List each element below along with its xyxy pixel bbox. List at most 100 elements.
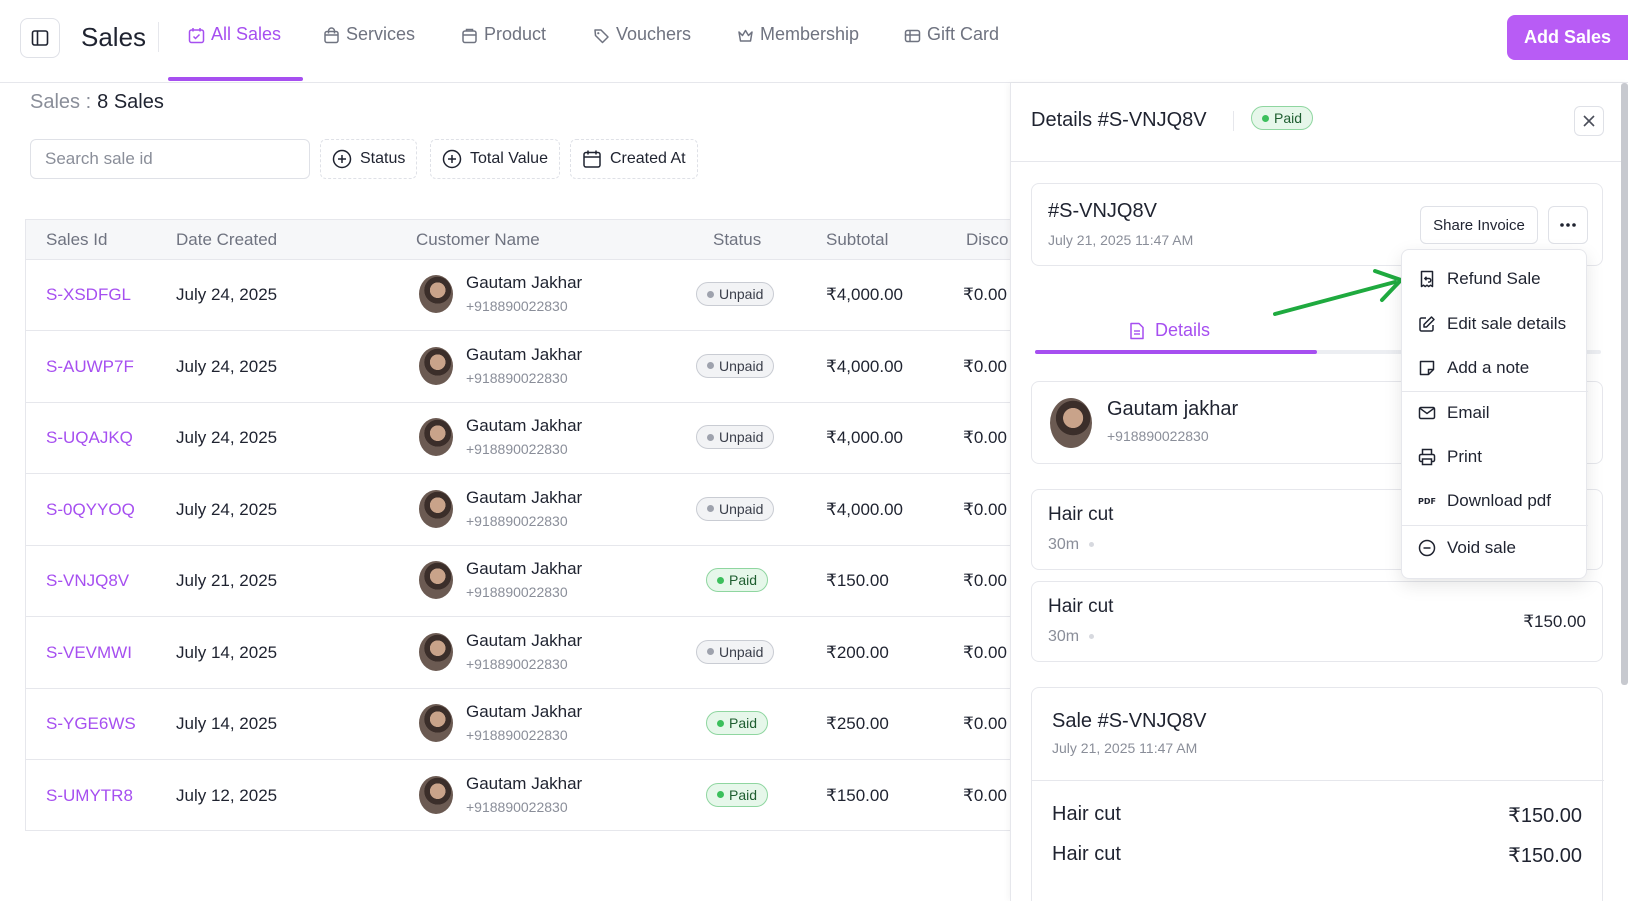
status-label: Unpaid bbox=[719, 357, 764, 374]
table-row[interactable]: S-AUWP7F July 24, 2025 Gautam Jakhar +91889… bbox=[26, 332, 1010, 403]
subtotal: ₹4,000.00 bbox=[826, 285, 903, 304]
sale-id-link[interactable]: S-YGE6WS bbox=[46, 714, 136, 734]
created-at-filter-button[interactable]: Created At bbox=[570, 139, 698, 179]
avatar bbox=[419, 632, 453, 671]
date-created: July 24, 2025 bbox=[176, 499, 278, 519]
service-duration: 30m bbox=[1048, 628, 1094, 646]
status-dot bbox=[1262, 114, 1269, 122]
avatar bbox=[1050, 398, 1092, 448]
search-input[interactable] bbox=[30, 139, 310, 179]
customer-name: Gautam Jakhar bbox=[466, 702, 583, 721]
sale-id-link[interactable]: S-0QYYOQ bbox=[46, 500, 135, 520]
date-created: July 21, 2025 bbox=[176, 571, 278, 590]
subtotal: ₹250.00 bbox=[826, 714, 889, 733]
column-header-date-created[interactable]: Date Created bbox=[176, 230, 277, 250]
status-dot bbox=[707, 433, 714, 441]
column-header-customer-name[interactable]: Customer Name bbox=[416, 230, 540, 250]
status-badge: Unpaid bbox=[696, 639, 775, 664]
service-name: Hair cut bbox=[1048, 504, 1114, 525]
discount: ₹0.00 bbox=[963, 285, 1007, 304]
status-dot bbox=[707, 290, 714, 298]
active-tab-indicator bbox=[168, 77, 303, 81]
total-value-filter-button[interactable]: Total Value bbox=[430, 139, 560, 179]
sales-count-value: 8 Sales bbox=[97, 91, 164, 113]
more-options-menu: Refund Sale Edit sale details Add a note… bbox=[1401, 249, 1588, 579]
receipt-refund-icon bbox=[1420, 270, 1434, 288]
sidebar-toggle-button[interactable] bbox=[20, 18, 60, 58]
sale-id-link[interactable]: S-AUWP7F bbox=[46, 357, 134, 377]
line-item-price: ₹150.00 bbox=[1508, 805, 1582, 827]
status-badge: Unpaid bbox=[696, 353, 775, 378]
sidebar-toggle-icon bbox=[31, 30, 49, 46]
column-header-subtotal[interactable]: Subtotal bbox=[826, 230, 888, 250]
subtotal: ₹150.00 bbox=[826, 571, 889, 590]
status-badge: Unpaid bbox=[696, 282, 775, 306]
tab-details[interactable]: Details bbox=[1129, 320, 1210, 341]
menu-item-label: Add a note bbox=[1447, 358, 1530, 377]
annotation-arrow bbox=[1273, 269, 1403, 316]
menu-item-void-sale[interactable]: Void sale bbox=[1402, 527, 1588, 569]
table-row[interactable]: S-YGE6WS July 14, 2025 Gautam Jakhar +91889… bbox=[26, 689, 1010, 760]
column-header-sales-id[interactable]: Sales Id bbox=[46, 230, 107, 250]
tab-all-sales[interactable]: All Sales bbox=[188, 24, 281, 83]
subtotal: ₹4,000.00 bbox=[826, 356, 903, 376]
status-label: Unpaid bbox=[719, 429, 764, 445]
table-row[interactable]: S-0QYYOQ July 24, 2025 Gautam Jakhar +91889… bbox=[26, 475, 1010, 546]
sale-divider bbox=[1032, 780, 1604, 781]
subtotal: ₹150.00 bbox=[826, 785, 889, 805]
share-invoice-button[interactable]: Share Invoice bbox=[1420, 206, 1538, 244]
status-label: Unpaid bbox=[719, 500, 764, 517]
more-options-button[interactable] bbox=[1548, 206, 1588, 244]
filter-label: Created At bbox=[610, 150, 686, 167]
menu-item-refund-sale[interactable]: Refund Sale bbox=[1402, 258, 1588, 300]
discount: ₹0.00 bbox=[963, 714, 1007, 733]
service-price: ₹150.00 bbox=[1523, 612, 1586, 631]
menu-item-download-pdf[interactable]: PDF Download pdf bbox=[1402, 480, 1588, 522]
mail-icon bbox=[1418, 406, 1436, 420]
sale-id-link[interactable]: S-VNJQ8V bbox=[46, 571, 129, 591]
column-header-discount[interactable]: Disco bbox=[966, 230, 1009, 250]
menu-item-email[interactable]: Email bbox=[1402, 392, 1588, 434]
page-title: Sales bbox=[81, 22, 147, 52]
service-item: Hair cut 30m ₹150.00 bbox=[1031, 581, 1603, 662]
table-row[interactable]: S-UMYTR8 July 12, 2025 Gautam Jakhar +91889… bbox=[26, 761, 1010, 831]
top-bar: Sales All Sales Services Product Voucher… bbox=[0, 0, 1628, 83]
table-row[interactable]: S-VNJQ8V July 21, 2025 Gautam Jakhar +91889… bbox=[26, 546, 1010, 617]
status-label: Paid bbox=[729, 572, 758, 588]
menu-item-print[interactable]: Print bbox=[1402, 436, 1588, 478]
menu-item-label: Void sale bbox=[1447, 538, 1516, 557]
note-icon bbox=[1419, 360, 1435, 376]
service-name: Hair cut bbox=[1048, 596, 1114, 617]
table-row[interactable]: S-XSDFGL July 24, 2025 Gautam Jakhar +91889… bbox=[26, 260, 1010, 331]
status-dot bbox=[717, 576, 724, 584]
edit-icon bbox=[1419, 316, 1435, 332]
customer-name: Gautam Jakhar bbox=[466, 344, 583, 364]
panel-scrollbar[interactable] bbox=[1621, 83, 1628, 685]
sale-id-link[interactable]: S-VEVMWI bbox=[46, 643, 132, 663]
tab-label: Vouchers bbox=[616, 24, 692, 44]
table-row[interactable]: S-UQAJKQ July 24, 2025 Gautam Jakhar +91889… bbox=[26, 403, 1010, 474]
tab-vouchers[interactable]: Vouchers bbox=[593, 24, 691, 83]
customer-phone: +918890022830 bbox=[466, 798, 568, 815]
tab-membership[interactable]: Membership bbox=[737, 24, 859, 83]
sale-id-link[interactable]: S-UQAJKQ bbox=[46, 428, 133, 448]
status-dot bbox=[707, 648, 714, 655]
tab-gift-card[interactable]: Gift Card bbox=[904, 24, 999, 83]
menu-item-edit-sale-details[interactable]: Edit sale details bbox=[1402, 303, 1588, 345]
add-sales-button[interactable]: Add Sales bbox=[1507, 15, 1628, 60]
status-badge: Unpaid bbox=[696, 425, 775, 449]
status-filter-button[interactable]: Status bbox=[320, 139, 418, 179]
column-header-status[interactable]: Status bbox=[713, 230, 761, 250]
sale-id-link[interactable]: S-UMYTR8 bbox=[46, 786, 133, 806]
tab-product[interactable]: Product bbox=[461, 24, 546, 83]
sale-id-link[interactable]: S-XSDFGL bbox=[46, 285, 131, 305]
menu-item-add-a-note[interactable]: Add a note bbox=[1402, 347, 1588, 389]
customer-name: Gautam Jakhar bbox=[466, 273, 583, 292]
customer-phone: +918890022830 bbox=[466, 298, 568, 314]
table-header: Sales Id Date Created Customer Name Stat… bbox=[26, 220, 1010, 260]
line-item-name: Hair cut bbox=[1052, 843, 1121, 865]
tab-services[interactable]: Services bbox=[323, 24, 415, 83]
customer-phone: +918890022830 bbox=[466, 727, 568, 743]
close-button[interactable] bbox=[1574, 106, 1604, 136]
table-row[interactable]: S-VEVMWI July 14, 2025 Gautam Jakhar +91889… bbox=[26, 618, 1010, 689]
